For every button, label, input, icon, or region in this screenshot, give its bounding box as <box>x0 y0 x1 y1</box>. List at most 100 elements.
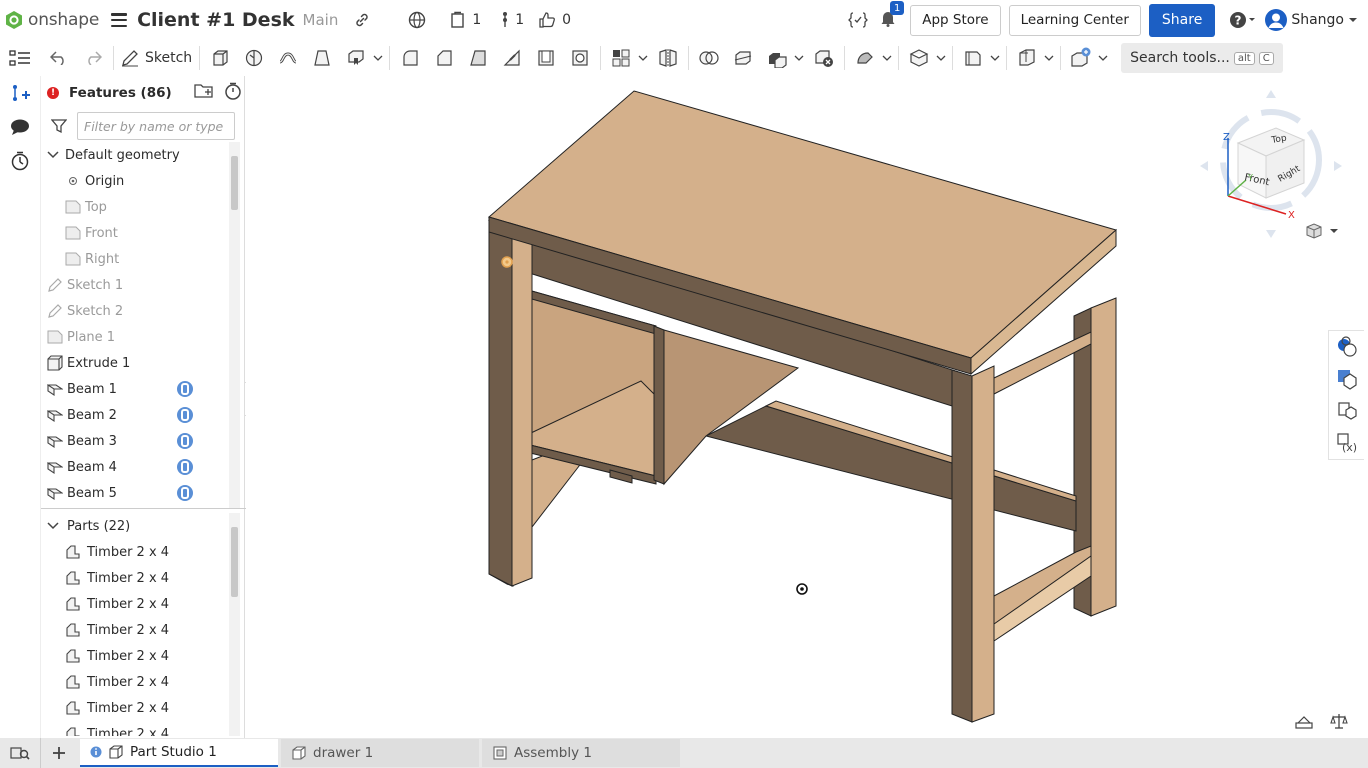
tree-item-extrude-1[interactable]: Extrude 1 <box>41 350 231 376</box>
tree-item-beam-5[interactable]: Beam 5 <box>41 480 231 506</box>
graphics-area[interactable]: Top Front Right Z X Y <box>246 76 1348 738</box>
configured-icon[interactable] <box>177 381 193 397</box>
mirror-icon[interactable] <box>655 45 681 71</box>
error-icon[interactable]: ! <box>47 87 59 99</box>
parts-scrollbar[interactable] <box>229 513 240 736</box>
chevron-down-icon[interactable] <box>990 45 1000 71</box>
tree-item-beam-4[interactable]: Beam 4 <box>41 454 231 480</box>
tab-assembly-1[interactable]: Assembly 1 <box>482 739 680 767</box>
part-item[interactable]: Timber 2 x 4 <box>41 695 231 721</box>
scrollbar-thumb[interactable] <box>231 527 238 597</box>
fillet-icon[interactable] <box>397 45 423 71</box>
loft-icon[interactable] <box>309 45 335 71</box>
chevron-down-icon[interactable] <box>794 45 804 71</box>
help-button[interactable]: ? <box>1229 11 1256 29</box>
chevron-down-icon[interactable] <box>45 147 61 163</box>
feature-list-icon[interactable] <box>7 46 33 72</box>
draft-icon[interactable] <box>465 45 491 71</box>
mass-properties-icon[interactable] <box>1330 712 1348 734</box>
notifications-button[interactable]: 1 <box>880 1 905 31</box>
delete-part-icon[interactable] <box>811 45 837 71</box>
link-icon[interactable] <box>354 12 370 28</box>
chevron-down-icon[interactable] <box>882 45 892 71</box>
search-tools-input[interactable]: Search tools... alt C <box>1121 43 1283 73</box>
sketch-button[interactable]: Sketch <box>117 44 196 72</box>
part-item[interactable]: Timber 2 x 4 <box>41 643 231 669</box>
globe-icon[interactable] <box>408 11 426 29</box>
versions-button[interactable]: 1 <box>450 11 481 29</box>
main-menu-icon[interactable] <box>111 13 128 27</box>
feature-tree-scrollbar[interactable] <box>229 142 240 508</box>
add-tab-button[interactable] <box>40 738 76 768</box>
history-icon[interactable] <box>7 148 33 174</box>
modify-fillet-icon[interactable] <box>852 45 878 71</box>
transform-icon[interactable] <box>764 45 790 71</box>
tab-part-studio-1[interactable]: Part Studio 1 <box>80 739 278 767</box>
variables-icon[interactable]: (x) <box>1332 427 1362 459</box>
configured-icon[interactable] <box>177 485 193 501</box>
chevron-down-icon[interactable] <box>45 522 61 530</box>
sweep-icon[interactable] <box>275 45 301 71</box>
chamfer-icon[interactable] <box>431 45 457 71</box>
branches-button[interactable]: 1 <box>501 11 524 29</box>
part-item[interactable]: Timber 2 x 4 <box>41 721 231 736</box>
configured-icon[interactable] <box>177 407 193 423</box>
redo-icon[interactable] <box>80 45 106 71</box>
app-store-button[interactable]: App Store <box>910 4 1001 36</box>
tree-item-right[interactable]: Right <box>41 246 231 272</box>
tree-item-beam-1[interactable]: Beam 1 <box>41 376 231 402</box>
filter-icon[interactable] <box>51 118 67 134</box>
learning-center-button[interactable]: Learning Center <box>1008 4 1141 36</box>
part-item[interactable]: Timber 2 x 4 <box>41 539 231 565</box>
tree-item-plane-1[interactable]: Plane 1 <box>41 324 231 350</box>
tree-item-sketch-1[interactable]: Sketch 1 <box>41 272 231 298</box>
chevron-down-icon[interactable] <box>373 45 383 71</box>
tree-item-top[interactable]: Top <box>41 194 231 220</box>
plane-icon[interactable] <box>906 45 932 71</box>
new-folder-icon[interactable] <box>194 83 214 103</box>
thicken-icon[interactable] <box>343 45 369 71</box>
scrollbar-thumb[interactable] <box>231 156 238 210</box>
part-item[interactable]: Timber 2 x 4 <box>41 591 231 617</box>
view-options-button[interactable] <box>1304 222 1338 244</box>
user-menu[interactable]: Shango <box>1265 9 1358 31</box>
boolean-icon[interactable] <box>696 45 722 71</box>
revolve-icon[interactable] <box>241 45 267 71</box>
frame-icon[interactable] <box>1014 45 1040 71</box>
chevron-down-icon[interactable] <box>638 45 648 71</box>
tree-item-beam-2[interactable]: Beam 2 <box>41 402 231 428</box>
tree-item-origin[interactable]: Origin <box>41 168 231 194</box>
configurations-icon[interactable] <box>1332 363 1362 395</box>
share-button[interactable]: Share <box>1148 3 1216 37</box>
filter-input[interactable] <box>77 112 235 140</box>
hole-icon[interactable] <box>567 45 593 71</box>
document-title[interactable]: Client #1 Desk <box>137 9 294 31</box>
undo-icon[interactable] <box>46 45 72 71</box>
tree-item-front[interactable]: Front <box>41 220 231 246</box>
extrude-icon[interactable] <box>207 45 233 71</box>
chevron-down-icon[interactable] <box>936 45 946 71</box>
search-tabs-icon[interactable] <box>0 738 40 768</box>
part-item[interactable]: Timber 2 x 4 <box>41 565 231 591</box>
split-icon[interactable] <box>730 45 756 71</box>
tree-item-beam-3[interactable]: Beam 3 <box>41 428 231 454</box>
configured-icon[interactable] <box>177 433 193 449</box>
insert-icon[interactable] <box>7 80 33 106</box>
branch-label[interactable]: Main <box>303 11 339 29</box>
like-button[interactable]: 0 <box>538 11 571 29</box>
tree-item-sketch-2[interactable]: Sketch 2 <box>41 298 231 324</box>
pattern-icon[interactable] <box>608 45 634 71</box>
chevron-down-icon[interactable] <box>1044 45 1054 71</box>
part-item[interactable]: Timber 2 x 4 <box>41 617 231 643</box>
variable-icon[interactable] <box>848 11 869 29</box>
appearance-icon[interactable] <box>1332 331 1362 363</box>
configured-icon[interactable] <box>177 459 193 475</box>
rib-icon[interactable] <box>499 45 525 71</box>
comments-icon[interactable] <box>7 114 33 140</box>
bom-icon[interactable] <box>1332 395 1362 427</box>
tab-drawer-1[interactable]: drawer 1 <box>281 739 479 767</box>
tree-group-default-geometry[interactable]: Default geometry <box>41 142 231 168</box>
onshape-logo[interactable]: onshape <box>4 10 99 30</box>
stopwatch-icon[interactable] <box>224 82 242 104</box>
shell-icon[interactable] <box>533 45 559 71</box>
